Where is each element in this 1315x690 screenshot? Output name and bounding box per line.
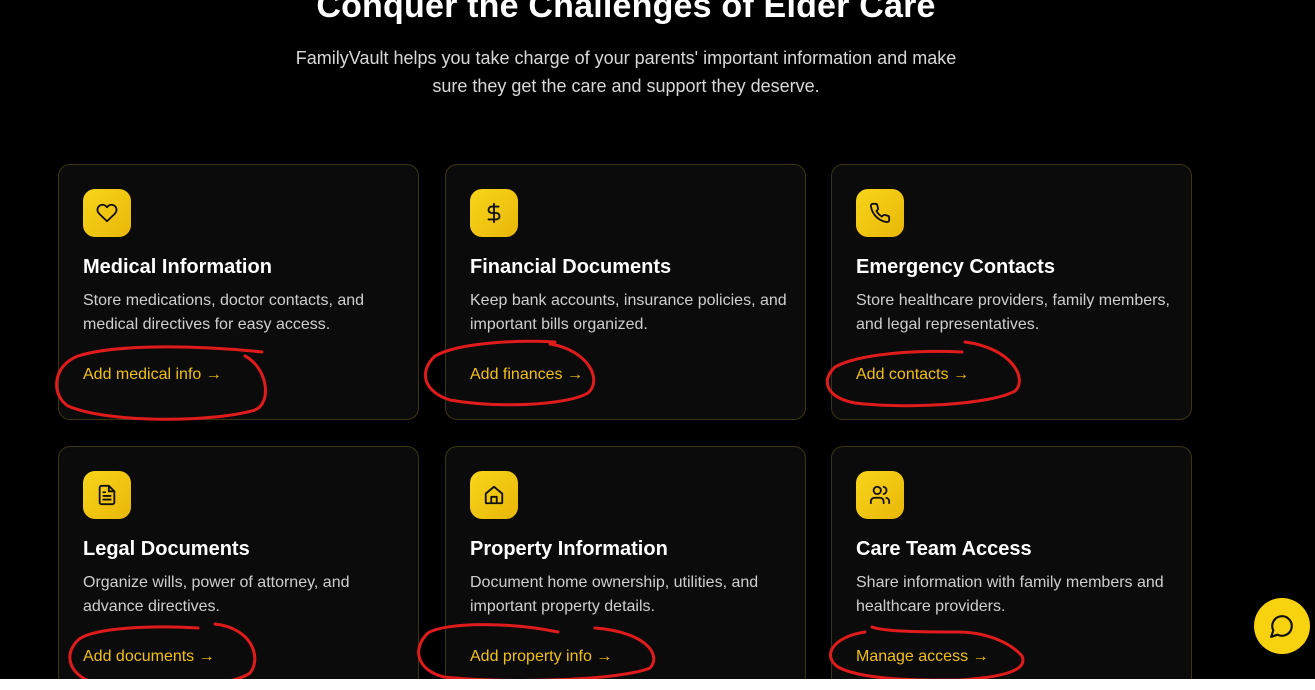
chat-button[interactable] [1254, 598, 1310, 654]
dollar-icon [470, 189, 518, 237]
document-icon [83, 471, 131, 519]
card-financial-documents: Financial Documents Keep bank accounts, … [445, 164, 806, 420]
card-title: Medical Information [83, 256, 272, 278]
card-legal-documents: Legal Documents Organize wills, power of… [58, 446, 419, 690]
add-property-info-link[interactable]: Add property info → [470, 645, 612, 669]
card-property-information: Property Information Document home owner… [445, 446, 806, 690]
card-description: Share information with family members an… [856, 574, 1164, 615]
card-care-team-access: Care Team Access Share information with … [831, 446, 1192, 690]
manage-access-link[interactable]: Manage access → [856, 645, 989, 669]
section-title: Conquer the Challenges of Elder Care [316, 0, 936, 25]
card-medical-information: Medical Information Store medications, d… [58, 164, 419, 420]
card-description: Organize wills, power of attorney, and a… [83, 574, 350, 615]
heart-icon [83, 189, 131, 237]
card-description: Store healthcare providers, family membe… [856, 292, 1170, 333]
card-title: Property Information [470, 538, 668, 560]
chat-bubble-icon [1270, 615, 1293, 638]
card-title: Care Team Access [856, 538, 1032, 560]
bottom-strip [0, 679, 1315, 690]
card-description: Store medications, doctor contacts, and … [83, 292, 365, 333]
card-emergency-contacts: Emergency Contacts Store healthcare prov… [831, 164, 1192, 420]
card-description: Document home ownership, utilities, and … [470, 574, 759, 615]
card-title: Legal Documents [83, 538, 250, 560]
card-title: Financial Documents [470, 256, 672, 278]
card-description: Keep bank accounts, insurance policies, … [470, 292, 787, 333]
add-contacts-link[interactable]: Add contacts → [856, 363, 969, 387]
add-medical-info-link[interactable]: Add medical info → [83, 363, 222, 387]
page: Conquer the Challenges of Elder Care Fam… [0, 0, 1315, 690]
home-icon [470, 471, 518, 519]
users-icon [856, 471, 904, 519]
section-subtitle: FamilyVault helps you take charge of you… [295, 48, 957, 96]
card-title: Emergency Contacts [856, 256, 1055, 278]
phone-icon [856, 189, 904, 237]
add-finances-link[interactable]: Add finances → [470, 363, 583, 387]
add-documents-link[interactable]: Add documents → [83, 645, 215, 669]
